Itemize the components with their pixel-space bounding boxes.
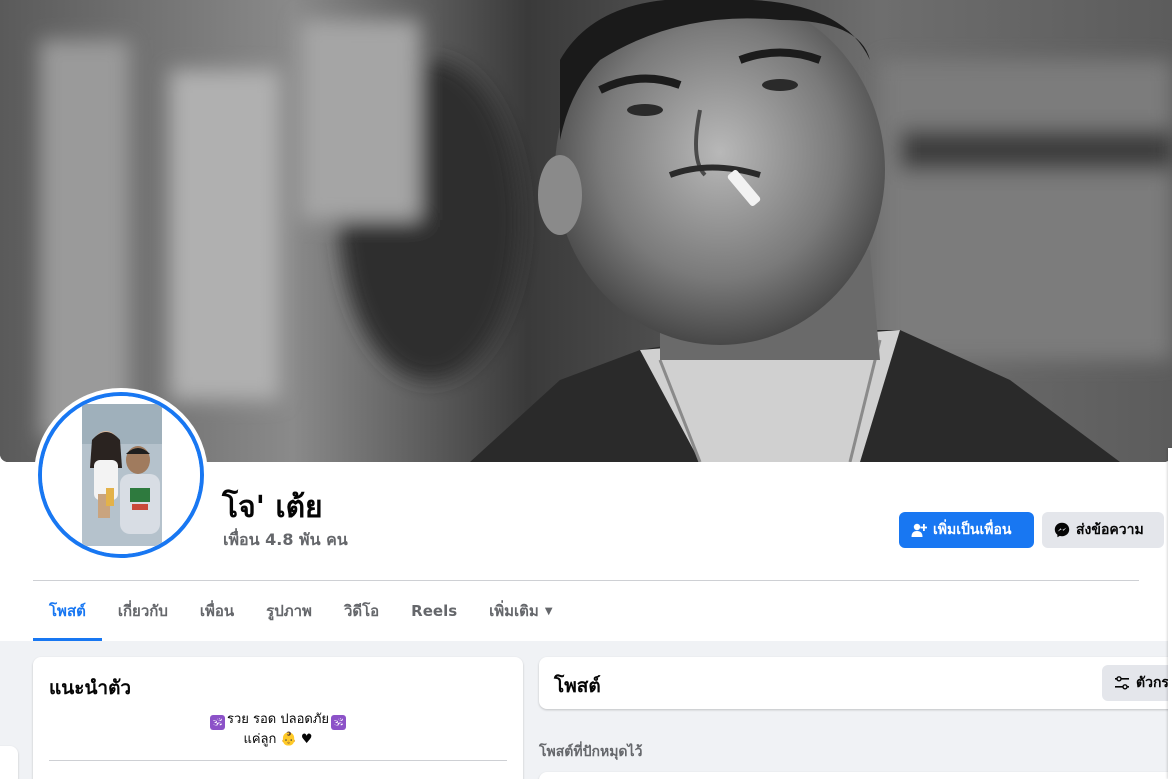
add-friend-label: เพิ่มเป็นเพื่อน [933, 522, 1012, 538]
profile-tabs: โพสต์ เกี่ยวกับ เพื่อน รูปภาพ วิดีโอ Ree… [33, 581, 569, 641]
left-edge-card [0, 746, 18, 779]
bio-line-1-text: รวย รอด ปลอดภัย [226, 712, 330, 727]
om-icon: 🕉 [331, 715, 347, 730]
tab-label: Reels [411, 602, 458, 620]
add-friend-button[interactable]: เพิ่มเป็นเพื่อน [899, 512, 1034, 548]
bio-line-1: 🕉 รวย รอด ปลอดภัย 🕉 [33, 710, 523, 730]
caret-down-icon: ▼ [544, 605, 553, 617]
tab-label: รูปภาพ [266, 602, 312, 620]
tab-label: วิดีโอ [343, 602, 380, 620]
send-message-button[interactable]: ส่งข้อความ [1042, 512, 1164, 548]
profile-photo [38, 392, 204, 558]
bio-line-2: แค่ลูก 👶 ♥ [243, 732, 313, 747]
messenger-icon [1054, 522, 1070, 538]
tab-photos[interactable]: รูปภาพ [250, 581, 328, 641]
tab-about[interactable]: เกี่ยวกับ [102, 581, 184, 641]
tab-more[interactable]: เพิ่มเติม ▼ [473, 581, 568, 641]
pinned-posts-label: โพสต์ที่ปักหมุดไว้ [539, 744, 643, 760]
friend-count-link[interactable]: เพื่อน 4.8 พัน คน [223, 528, 348, 553]
tab-label: เกี่ยวกับ [117, 602, 168, 620]
intro-divider [49, 760, 507, 761]
tab-posts[interactable]: โพสต์ [33, 581, 102, 641]
filters-button[interactable]: ตัวกร [1102, 665, 1172, 701]
bio: 🕉 รวย รอด ปลอดภัย 🕉 แค่ลูก 👶 ♥ [33, 710, 523, 750]
add-friend-icon [911, 522, 927, 538]
filters-label: ตัวกร [1136, 675, 1169, 691]
tab-reels[interactable]: Reels [395, 581, 473, 641]
send-message-label: ส่งข้อความ [1076, 522, 1144, 538]
pinned-post-card [539, 772, 1172, 779]
posts-title: โพสต์ [554, 675, 601, 697]
tab-videos[interactable]: วิดีโอ [328, 581, 395, 641]
tab-label: เพื่อน [199, 602, 235, 620]
tab-label: โพสต์ [49, 602, 86, 620]
om-icon: 🕉 [209, 715, 225, 730]
intro-title: แนะนำตัว [49, 677, 132, 699]
tab-label: เพิ่มเติม [489, 602, 539, 620]
right-edge-panel [1168, 448, 1172, 779]
posts-header-card: โพสต์ ตัวกร [539, 657, 1172, 709]
intro-card: แนะนำตัว 🕉 รวย รอด ปลอดภัย 🕉 แค่ลูก 👶 ♥ [33, 657, 523, 779]
tab-friends[interactable]: เพื่อน [184, 581, 250, 641]
cover-photo[interactable] [0, 0, 1172, 462]
filter-sliders-icon [1114, 675, 1130, 691]
profile-avatar[interactable] [34, 388, 208, 562]
profile-name: โจ' เต้ย [222, 490, 323, 525]
